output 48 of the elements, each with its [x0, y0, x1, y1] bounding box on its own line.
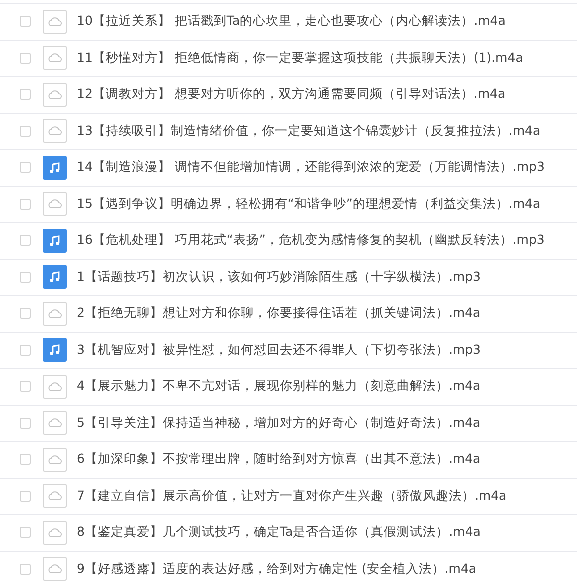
music-note-icon: [43, 338, 67, 362]
file-name[interactable]: 15【遇到争议】明确边界，轻松拥有“和谐争吵”的理想爱情（利益交集法）.m4a: [77, 196, 541, 213]
music-note-icon: [43, 228, 67, 253]
checkbox[interactable]: [20, 89, 31, 100]
music-note-icon: [43, 265, 67, 290]
file-name[interactable]: 5【引导关注】保持适当神秘，增加对方的好奇心（制造好奇法）.m4a: [77, 414, 481, 432]
cloud-icon: [43, 46, 67, 70]
checkbox[interactable]: [20, 52, 31, 64]
file-name[interactable]: 8【鉴定真爱】几个测试技巧，确定Ta是否合适你（真假测试法）.m4a: [77, 524, 481, 542]
cloud-icon: [43, 374, 67, 399]
file-name[interactable]: 7【建立自信】展示高价值，让对方一直对你产生兴趣（骄傲风趣法）.m4a: [77, 488, 507, 505]
checkbox[interactable]: [20, 381, 31, 392]
file-name[interactable]: 16【危机处理】 巧用花式“表扬”，危机变为感情修复的契机（幽默反转法）.mp3: [77, 232, 545, 250]
music-note-icon: [43, 156, 67, 180]
cloud-icon: [43, 484, 67, 508]
checkbox[interactable]: [20, 564, 31, 575]
file-name[interactable]: 14【制造浪漫】 调情不但能增加情调，还能得到浓浓的宠爱（万能调情法）.mp3: [77, 159, 545, 176]
checkbox[interactable]: [20, 16, 31, 28]
file-name[interactable]: 9【好感透露】适度的表达好感，给到对方确定性 (安全植入法）.m4a: [77, 560, 477, 578]
checkbox[interactable]: [20, 454, 31, 466]
checkbox[interactable]: [20, 308, 31, 320]
checkbox[interactable]: [20, 198, 31, 210]
file-name[interactable]: 4【展示魅力】不卑不亢对话，展现你别样的魅力（刻意曲解法）.m4a: [77, 378, 481, 396]
file-name[interactable]: 11【秒懂对方】 拒绝低情商，你一定要掌握这项技能（共振聊天法）(1).m4a: [77, 50, 524, 67]
checkbox[interactable]: [20, 344, 31, 356]
file-name[interactable]: 13【持续吸引】制造情绪价值，你一定要知道这个锦囊妙计（反复推拉法）.m4a: [77, 122, 541, 140]
file-name[interactable]: 6【加深印象】不按常理出牌，随时给到对方惊喜（出其不意法）.m4a: [77, 451, 481, 468]
checkbox[interactable]: [20, 235, 31, 246]
checkbox[interactable]: [20, 272, 31, 283]
cloud-icon: [43, 82, 67, 107]
file-name[interactable]: 10【拉近关系】 把话戳到Ta的心坎里，走心也要攻心（内心解读法）.m4a: [77, 13, 506, 30]
cloud-icon: [43, 520, 67, 545]
cloud-icon: [43, 448, 67, 472]
cloud-icon: [43, 192, 67, 216]
cloud-icon: [43, 411, 67, 436]
checkbox[interactable]: [20, 527, 31, 538]
file-name[interactable]: 2【拒绝无聊】想让对方和你聊，你要接得住话茬（抓关键词法）.m4a: [77, 305, 481, 322]
cloud-icon: [43, 557, 67, 582]
cloud-icon: [43, 302, 67, 326]
file-name[interactable]: 1【话题技巧】初次认识，该如何巧妙消除陌生感（十字纵横法）.mp3: [77, 268, 481, 286]
cloud-icon: [43, 119, 67, 144]
checkbox[interactable]: [20, 490, 31, 502]
checkbox[interactable]: [20, 126, 31, 137]
checkbox[interactable]: [20, 418, 31, 429]
checkbox[interactable]: [20, 162, 31, 174]
file-name[interactable]: 12【调教对方】 想要对方听你的，双方沟通需要同频（引导对话法）.m4a: [77, 86, 506, 104]
file-name[interactable]: 3【机智应对】被异性怼，如何怼回去还不得罪人（下切夸张法）.mp3: [77, 342, 481, 359]
cloud-icon: [43, 10, 67, 34]
